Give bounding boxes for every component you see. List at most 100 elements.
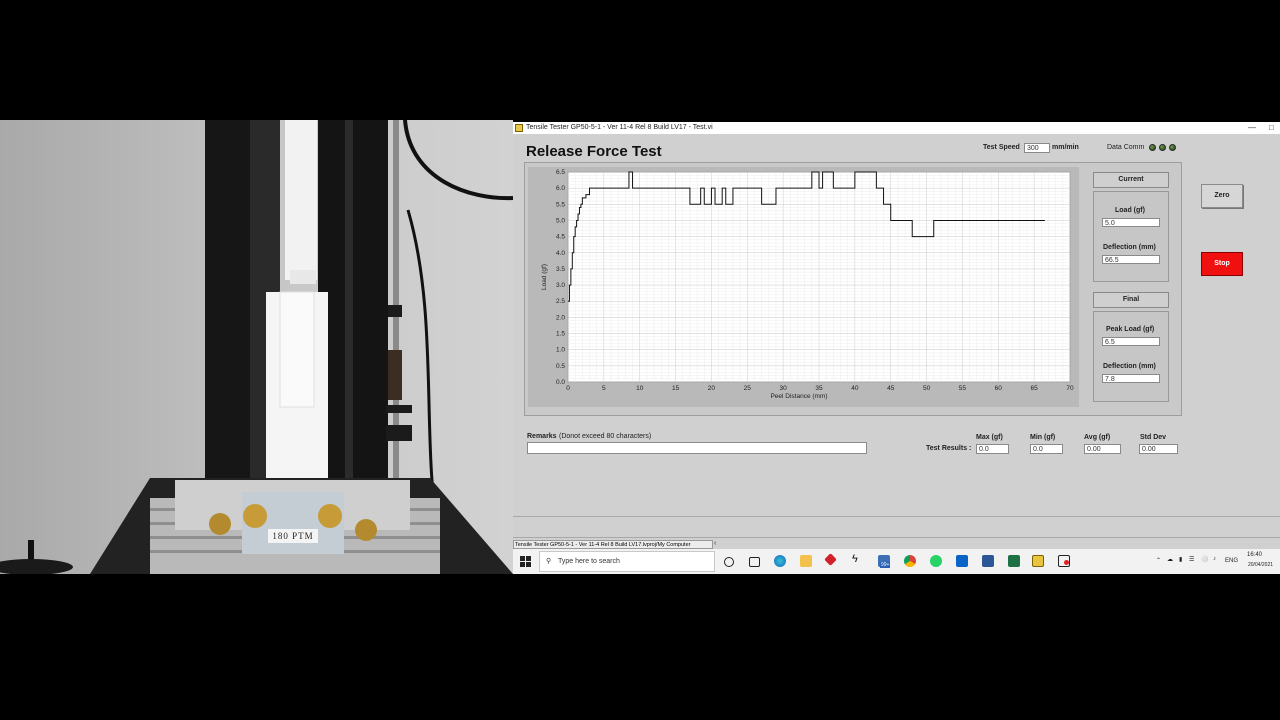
title-bar: Tensile Tester GP50-5-1 - Ver 11-4 Rel 8… — [513, 122, 1280, 134]
x-tick-label: 25 — [744, 385, 752, 392]
y-tick-label: 2.0 — [556, 314, 565, 321]
current-header: Current — [1093, 172, 1169, 188]
max-field: 0.0 — [976, 444, 1009, 454]
final-deflection-field: 7.8 — [1102, 374, 1160, 383]
clock-date[interactable]: 20/04/2021 — [1248, 562, 1273, 568]
data-comm-led-2 — [1159, 144, 1166, 151]
y-tick-label: 3.5 — [556, 266, 565, 273]
x-tick-label: 15 — [672, 385, 680, 392]
min-field: 0.0 — [1030, 444, 1063, 454]
search-placeholder: Type here to search — [558, 558, 620, 565]
current-deflection-field: 66.5 — [1102, 255, 1160, 264]
avg-field: 0.00 — [1084, 444, 1121, 454]
app-red-icon[interactable] — [824, 553, 837, 566]
y-tick-label: 6.5 — [556, 169, 565, 176]
final-group — [1093, 311, 1169, 402]
current-deflection-label: Deflection (mm) — [1103, 244, 1156, 251]
y-tick-label: 5.5 — [556, 201, 565, 208]
panel-divider — [513, 516, 1280, 517]
minimize-icon[interactable]: — — [1248, 122, 1256, 134]
max-label: Max (gf) — [976, 434, 1003, 441]
edge-icon[interactable] — [774, 555, 786, 567]
y-tick-label: 1.0 — [556, 347, 565, 354]
task-view-icon[interactable] — [749, 557, 760, 567]
y-tick-label: 4.0 — [556, 250, 565, 257]
test-speed-unit: mm/min — [1052, 144, 1079, 151]
volume-icon[interactable]: ♪ — [1213, 556, 1216, 562]
test-results-label: Test Results : — [926, 445, 972, 452]
record-indicator-icon — [1064, 560, 1069, 565]
page-title: Release Force Test — [526, 143, 662, 160]
labview-window: Tensile Tester GP50-5-1 - Ver 11-4 Rel 8… — [513, 122, 1280, 549]
project-path-bar[interactable]: Tensile Tester GP50-5-1 - Ver 11-4 Rel 8… — [513, 540, 713, 549]
final-header: Final — [1093, 292, 1169, 308]
zero-button[interactable]: Zero — [1201, 184, 1243, 208]
tray-expand-icon[interactable]: ⌃ — [1156, 557, 1161, 564]
y-tick-label: 6.0 — [556, 185, 565, 192]
camera-photo: 180 PTM — [0, 120, 513, 574]
x-tick-label: 10 — [636, 385, 644, 392]
excel-icon[interactable] — [1008, 555, 1020, 567]
window-title: Tensile Tester GP50-5-1 - Ver 11-4 Rel 8… — [526, 124, 713, 131]
chrome-icon[interactable] — [904, 555, 916, 567]
x-tick-label: 50 — [923, 385, 931, 392]
current-group — [1093, 191, 1169, 282]
load-chart: 0 5 10 15 20 25 30 35 40 45 50 55 60 65 70 0.0 0.5 1.0 1.5… — [541, 169, 1074, 400]
y-tick-label: 0.0 — [556, 379, 565, 386]
search-icon: ⚲ — [546, 558, 552, 565]
min-label: Min (gf) — [1030, 434, 1056, 441]
taskbar: ⚲ Type here to search ϟ 99+ ⌃ ☁ ▮ ☰ ⚪ ♪ … — [513, 549, 1280, 574]
x-tick-label: 20 — [708, 385, 716, 392]
x-tick-label: 45 — [887, 385, 895, 392]
graph-panel: 0 5 10 15 20 25 30 35 40 45 50 55 60 65 70 0.0 0.5 1.0 1.5… — [528, 167, 1079, 407]
y-tick-label: 0.5 — [556, 363, 565, 370]
whatsapp-icon[interactable] — [930, 555, 942, 567]
mail-badge: 99+ — [880, 562, 891, 568]
test-speed-input[interactable]: 300 — [1024, 143, 1050, 153]
current-load-field: 5.0 — [1102, 218, 1160, 227]
scroll-left-icon[interactable]: ‹ — [714, 540, 716, 547]
outlook-icon[interactable] — [956, 555, 968, 567]
cortana-icon[interactable] — [724, 557, 734, 567]
x-tick-label: 70 — [1066, 385, 1074, 392]
std-label: Std Dev — [1140, 434, 1167, 441]
lightning-app-icon[interactable]: ϟ — [852, 553, 864, 565]
stop-button[interactable]: Stop — [1201, 252, 1243, 276]
labview-taskbar-icon[interactable] — [1032, 555, 1044, 567]
file-explorer-icon[interactable] — [800, 555, 812, 567]
taskbar-search[interactable]: ⚲ Type here to search — [539, 551, 715, 572]
windows-start-icon[interactable] — [520, 556, 531, 567]
data-comm-led-3 — [1169, 144, 1176, 151]
avg-label: Avg (gf) — [1084, 434, 1111, 441]
final-deflection-label: Deflection (mm) — [1103, 363, 1156, 370]
language-indicator[interactable]: ENG — [1225, 558, 1238, 564]
x-axis-label: Peel Distance (mm) — [770, 393, 827, 400]
data-comm-led-1 — [1149, 144, 1156, 151]
labview-app-icon — [515, 124, 523, 132]
clock-time[interactable]: 16:40 — [1247, 552, 1262, 558]
y-axis-label: Load (gf) — [541, 264, 548, 290]
usb-icon[interactable]: ▮ — [1179, 556, 1182, 563]
remarks-hint: (Donot exceed 80 characters) — [559, 433, 652, 440]
y-tick-label: 3.0 — [556, 282, 565, 289]
tensile-machine-photo — [0, 120, 513, 574]
x-tick-label: 0 — [566, 385, 570, 392]
word-icon[interactable] — [982, 555, 994, 567]
x-tick-label: 5 — [602, 385, 606, 392]
peak-load-label: Peak Load (gf) — [1106, 326, 1155, 333]
network-icon[interactable]: ☰ — [1189, 556, 1194, 563]
current-load-label: Load (gf) — [1115, 207, 1145, 214]
std-field: 0.00 — [1139, 444, 1178, 454]
x-tick-label: 40 — [851, 385, 859, 392]
peak-load-field: 6.5 — [1102, 337, 1160, 346]
remarks-input[interactable] — [527, 442, 867, 454]
x-tick-label: 60 — [995, 385, 1003, 392]
statusbar-divider — [513, 537, 1280, 538]
data-comm-label: Data Comm — [1107, 144, 1145, 151]
x-tick-label: 55 — [959, 385, 967, 392]
x-tick-label: 35 — [815, 385, 823, 392]
y-tick-label: 4.5 — [556, 234, 565, 241]
cloud-icon[interactable]: ☁ — [1167, 556, 1173, 563]
maximize-icon[interactable]: □ — [1269, 122, 1274, 134]
wifi-icon[interactable]: ⚪ — [1201, 556, 1208, 563]
